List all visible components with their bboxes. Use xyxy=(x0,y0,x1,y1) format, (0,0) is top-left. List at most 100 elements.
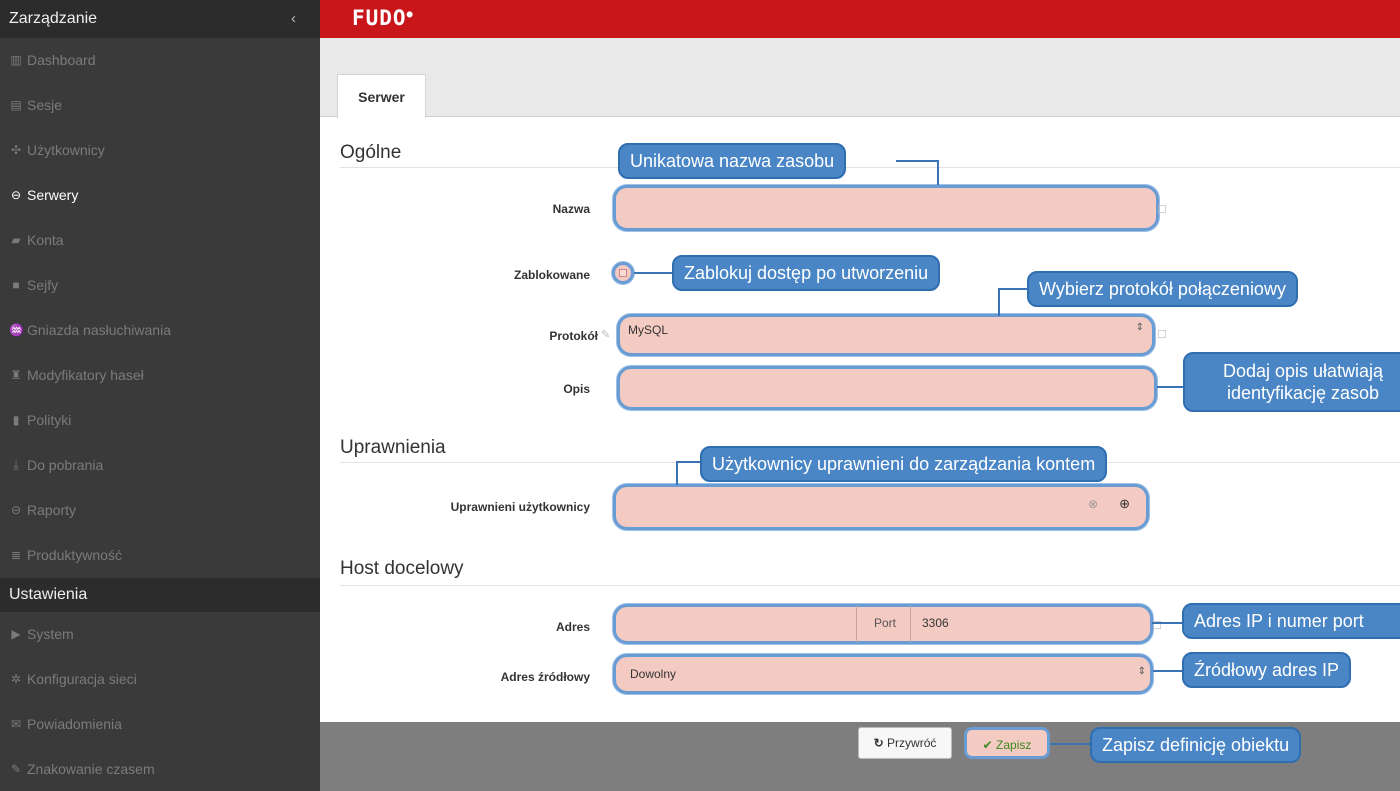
menu-icon: ▰ xyxy=(11,233,21,247)
blocked-label: Zablokowane xyxy=(513,268,590,282)
connector xyxy=(676,461,678,485)
sidebar-item-modyfikatory-haseł[interactable]: ♜ Modyfikatory haseł xyxy=(0,353,320,398)
menu-icon: ✎ xyxy=(10,762,22,776)
save-button-label: Zapisz xyxy=(996,738,1032,752)
collapse-icon[interactable]: ‹ xyxy=(291,0,296,38)
sidebar-item-system[interactable]: ▶ System xyxy=(0,612,320,657)
clear-icon[interactable]: ⊗ xyxy=(1088,497,1098,511)
divider xyxy=(340,585,1400,586)
section-permissions-title: Uprawnienia xyxy=(340,437,446,458)
sidebar-item-label: Do pobrania xyxy=(27,457,104,473)
menu-icon: ✉ xyxy=(10,717,22,731)
menu-icon: ▶ xyxy=(11,627,21,641)
sidebar-item-polityki[interactable]: ▮ Polityki xyxy=(0,398,320,443)
sidebar-item-użytkownicy[interactable]: ✣ Użytkownicy xyxy=(0,128,320,173)
sidebar-item-label: Konta xyxy=(27,232,64,248)
sidebar-item-label: Sesje xyxy=(27,97,63,113)
sidebar-item-sesje[interactable]: ▤ Sesje xyxy=(0,83,320,128)
sidebar-item-konta[interactable]: ▰ Konta xyxy=(0,218,320,263)
callout-blocked: Zablokuj dostęp po utworzeniu xyxy=(672,255,941,291)
save-button[interactable]: ✔ Zapisz xyxy=(964,727,1050,759)
name-input[interactable] xyxy=(613,185,1159,231)
edit-icon: ☐ xyxy=(1152,620,1162,632)
sidebar-item-gniazda-nasłuchiwania[interactable]: ♒ Gniazda nasłuchiwania xyxy=(0,308,320,353)
connector xyxy=(634,272,672,274)
sidebar-item-label: Gniazda nasłuchiwania xyxy=(27,322,171,338)
callout-address: Adres IP i numer port xyxy=(1182,603,1400,639)
section-target-title: Host docelowy xyxy=(340,558,464,579)
connector xyxy=(1153,670,1182,672)
divider xyxy=(340,167,1400,168)
reset-button[interactable]: ↻ Przywróć xyxy=(858,727,952,759)
blocked-checkbox[interactable] xyxy=(612,262,634,284)
sidebar-header-label: Zarządzanie xyxy=(9,10,98,27)
port-input[interactable]: 3306 xyxy=(922,616,949,630)
menu-icon: ⊖ xyxy=(10,188,22,202)
port-label: Port xyxy=(874,616,897,630)
connector xyxy=(676,461,700,463)
name-label: Nazwa xyxy=(552,202,590,216)
sidebar-item-label: Raporty xyxy=(27,502,77,518)
sidebar-item-sejfy[interactable]: ■ Sejfy xyxy=(0,263,320,308)
callout-save: Zapisz definicję obiektu xyxy=(1090,727,1302,763)
divider xyxy=(856,606,857,642)
menu-icon: ■ xyxy=(12,278,20,292)
connector xyxy=(1157,386,1183,388)
menu-icon: ✣ xyxy=(10,143,22,157)
users-input[interactable]: ⊗ ⊕ xyxy=(613,484,1149,530)
source-select[interactable]: Dowolny ⇕ xyxy=(613,654,1153,694)
protocol-value: MySQL xyxy=(628,323,669,337)
connector xyxy=(1152,622,1182,624)
sidebar-item-label: Serwery xyxy=(27,187,79,203)
protocol-label: Protokół xyxy=(549,329,598,343)
menu-icon: ≣ xyxy=(10,548,22,562)
callout-name: Unikatowa nazwa zasobu xyxy=(618,143,847,179)
reset-button-label: Przywróć xyxy=(887,736,937,750)
sidebar-item-konfiguracja-sieci[interactable]: ✲ Konfiguracja sieci xyxy=(0,657,320,702)
callout-description: Dodaj opis ułatwiają identyfikację zasob xyxy=(1183,352,1400,412)
menu-icon: ♜ xyxy=(10,368,22,382)
select-arrow-icon: ⇕ xyxy=(1137,666,1146,677)
sidebar-item-label: System xyxy=(27,626,74,642)
sidebar-section-settings: Ustawienia xyxy=(0,578,320,612)
top-bar: FUDO● xyxy=(320,0,1400,38)
source-label: Adres źródłowy xyxy=(500,670,590,684)
menu-icon: ▤ xyxy=(10,98,22,112)
description-input[interactable] xyxy=(617,366,1157,410)
section-general-title: Ogólne xyxy=(340,142,402,163)
sidebar-item-powiadomienia[interactable]: ✉ Powiadomienia xyxy=(0,702,320,747)
menu-icon: ♒ xyxy=(9,323,24,337)
sidebar-item-label: Produktywność xyxy=(27,547,122,563)
sidebar-item-do-pobrania[interactable]: ⤓ Do pobrania xyxy=(0,443,320,488)
description-label: Opis xyxy=(563,382,590,396)
connector xyxy=(896,160,938,162)
connector xyxy=(937,160,939,185)
menu-icon: ⊖ xyxy=(10,503,22,517)
callout-users: Użytkownicy uprawnieni do zarządzania ko… xyxy=(700,446,1108,482)
callout-source: Źródłowy adres IP xyxy=(1182,652,1352,688)
sidebar-item-label: Powiadomienia xyxy=(27,716,122,732)
sidebar-item-label: Użytkownicy xyxy=(27,142,105,158)
sidebar-item-znakowanie-czasem[interactable]: ✎ Znakowanie czasem xyxy=(0,747,320,791)
sidebar-item-dashboard[interactable]: ▥ Dashboard xyxy=(0,38,320,83)
connector xyxy=(998,288,1028,290)
checkbox-box xyxy=(619,269,627,277)
refresh-icon: ↻ xyxy=(873,736,884,750)
sidebar-item-serwery[interactable]: ⊖ Serwery xyxy=(0,173,320,218)
tab-server[interactable]: Serwer xyxy=(337,74,426,118)
sidebar-item-produktywność[interactable]: ≣ Produktywność xyxy=(0,533,320,578)
sidebar-item-label: Sejfy xyxy=(27,277,59,293)
edit-icon: ✎ xyxy=(601,329,611,341)
connector xyxy=(998,288,1000,316)
protocol-select[interactable]: MySQL ⇕ xyxy=(617,314,1155,356)
sidebar-item-label: Polityki xyxy=(27,412,72,428)
menu-icon: ▥ xyxy=(10,53,22,67)
sidebar-header[interactable]: Zarządzanie ‹ xyxy=(0,0,320,38)
search-icon[interactable]: ⊕ xyxy=(1119,496,1130,512)
address-input[interactable]: Port 3306 xyxy=(613,604,1153,644)
edit-icon: ☐ xyxy=(1157,329,1167,341)
connector xyxy=(1050,743,1090,745)
users-label: Uprawnieni użytkownicy xyxy=(450,500,590,514)
sidebar-item-raporty[interactable]: ⊖ Raporty xyxy=(0,488,320,533)
tab-bar: Serwer xyxy=(320,38,1400,118)
